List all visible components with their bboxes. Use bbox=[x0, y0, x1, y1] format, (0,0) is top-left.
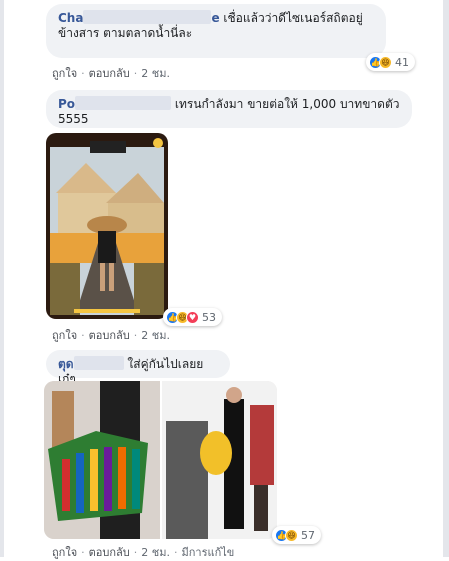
comment-bubble: Po เทรนกำลังมา ขายต่อให้ 1,000 บาทขาดตัว… bbox=[46, 90, 412, 128]
page-border-left bbox=[0, 0, 4, 557]
page-border-right bbox=[443, 0, 449, 557]
timestamp[interactable]: 2 ชม. bbox=[141, 67, 170, 80]
reaction-count: 57 bbox=[301, 528, 315, 542]
haha-icon: 😆 bbox=[285, 528, 298, 542]
timestamp[interactable]: 2 ชม. bbox=[141, 329, 170, 342]
commenter-name[interactable]: Po bbox=[58, 97, 75, 111]
edited-label[interactable]: มีการแก้ไข bbox=[181, 546, 234, 559]
like-link[interactable]: ถูกใจ bbox=[52, 546, 77, 559]
runway-image bbox=[46, 133, 168, 319]
commenter-name[interactable]: Cha bbox=[58, 11, 83, 25]
like-link[interactable]: ถูกใจ bbox=[52, 67, 77, 80]
comment-actions: ถูกใจ · ตอบกลับ · 2 ชม. bbox=[52, 329, 170, 342]
reaction-count: 41 bbox=[395, 55, 409, 69]
blurred-name bbox=[83, 10, 212, 24]
fashion-bags-image bbox=[44, 381, 277, 539]
commenter-name-suffix[interactable]: e bbox=[211, 11, 219, 25]
timestamp[interactable]: 2 ชม. bbox=[141, 546, 170, 559]
reaction-summary[interactable]: 👍 😆 ♥ 53 bbox=[163, 308, 222, 326]
like-link[interactable]: ถูกใจ bbox=[52, 329, 77, 342]
blurred-name bbox=[75, 96, 172, 110]
comment-photo-bags[interactable] bbox=[44, 381, 277, 539]
comment-actions: ถูกใจ · ตอบกลับ · 2 ชม. · มีการแก้ไข bbox=[52, 546, 235, 559]
reaction-count: 53 bbox=[202, 310, 216, 324]
reply-link[interactable]: ตอบกลับ bbox=[89, 67, 130, 80]
reply-link[interactable]: ตอบกลับ bbox=[89, 546, 130, 559]
comment-photo-runway[interactable] bbox=[46, 133, 168, 319]
reply-link[interactable]: ตอบกลับ bbox=[89, 329, 130, 342]
comment-actions: ถูกใจ · ตอบกลับ · 2 ชม. bbox=[52, 67, 170, 80]
comment-bubble: ตุด ใส่คู่กันไปเลยย เก๋ๆ bbox=[46, 350, 230, 386]
blurred-name bbox=[73, 356, 124, 370]
comment-bubble: Cha e เชื่อแล้วว่าดีไซเนอร์สถิตอยู่ข้างสา… bbox=[46, 4, 386, 58]
reaction-summary[interactable]: 👍 😆 57 bbox=[272, 526, 321, 544]
haha-icon: 😆 bbox=[379, 55, 392, 69]
love-icon: ♥ bbox=[186, 310, 199, 324]
commenter-name[interactable]: ตุด bbox=[58, 357, 74, 371]
reaction-summary[interactable]: 👍 😆 41 bbox=[366, 53, 415, 71]
